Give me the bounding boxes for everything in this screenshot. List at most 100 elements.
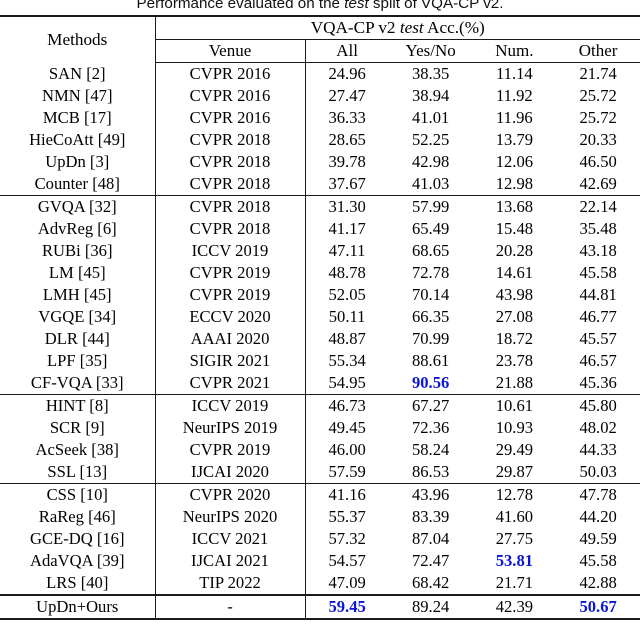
cell-all: 54.57	[304, 550, 389, 572]
cell-all: 57.59	[304, 461, 389, 484]
cell-num: 11.96	[496, 108, 533, 127]
cell-all: 47.09	[304, 572, 389, 595]
table-row: HINT [8] ICCV 2019 46.73 67.27 10.61 45.80	[0, 394, 640, 417]
cell-num: 27.08	[495, 307, 534, 326]
cell-num: 14.61	[495, 263, 534, 282]
cell-all: 55.34	[304, 350, 389, 372]
cell-num: 12.98	[495, 174, 534, 193]
cell-all: 55.37	[304, 506, 389, 528]
table-row: MCB [17] CVPR 2016 36.33 41.01 11.96 25.72	[0, 107, 640, 129]
table-row: LPF [35] SIGIR 2021 55.34 88.61 23.78 46.57	[0, 350, 640, 372]
results-table-container: Methods VQA-CP v2 test Acc.(%) Venue All…	[0, 15, 640, 620]
highlighted-value: 50.67	[579, 597, 617, 616]
cell-venue: CVPR 2016	[154, 85, 305, 107]
table-row: GCE-DQ [16] ICCV 2021 57.32 87.04 27.75 49.59	[0, 528, 640, 550]
cell-other: 46.50	[579, 152, 617, 171]
cell-yesno: 67.27	[388, 394, 473, 417]
cell-num: 53.81	[473, 550, 557, 572]
cell-venue: ICCV 2019	[154, 394, 305, 417]
cell-venue: SIGIR 2021	[154, 350, 305, 372]
cell-yesno: 68.65	[411, 241, 450, 260]
cell-other: 44.20	[579, 507, 617, 526]
table-header: Methods VQA-CP v2 test Acc.(%) Venue All…	[0, 15, 640, 63]
cell-all: 41.16	[304, 483, 389, 506]
cell-yesno: 65.49	[411, 219, 450, 238]
cell-other: 20.33	[579, 130, 617, 149]
table-row: SCR [9] NeurIPS 2019 49.45 72.36 10.93 48.02	[0, 417, 640, 439]
cell-yesno: 38.35	[411, 64, 450, 83]
cell-other: 45.36	[579, 373, 617, 392]
cell-method: RUBi [36]	[41, 241, 113, 260]
cell-yesno: 90.56	[389, 372, 473, 395]
cell-venue: IJCAI 2021	[154, 550, 305, 572]
cell-yesno: 86.53	[411, 462, 450, 481]
cell-num: 23.78	[495, 351, 534, 370]
caption-italic-word: test	[344, 0, 369, 12]
cell-yesno: 72.36	[411, 418, 450, 437]
cell-method: UpDn+Ours	[0, 594, 155, 620]
cell-num: 18.72	[495, 329, 534, 348]
cell-venue: CVPR 2016	[154, 107, 305, 129]
table-row: SSL [13] IJCAI 2020 57.59 86.53 29.87 50.03	[0, 461, 640, 484]
vqa-cp-results-table: Methods VQA-CP v2 test Acc.(%) Venue All…	[0, 15, 640, 620]
table-row: VGQE [34] ECCV 2020 50.11 66.35 27.08 46.77	[0, 306, 640, 328]
header-methods: Methods	[0, 15, 155, 63]
cell-all: 36.33	[304, 107, 389, 129]
cell-venue: CVPR 2019	[154, 439, 305, 461]
cell-yesno: 58.24	[411, 440, 450, 459]
cell-num: 13.79	[495, 130, 534, 149]
cell-all: 50.11	[304, 306, 389, 328]
cell-venue: CVPR 2016	[154, 62, 305, 85]
cell-yesno: 38.94	[411, 86, 450, 105]
cell-all: 24.96	[304, 62, 389, 85]
cell-num: 21.88	[495, 373, 534, 392]
cell-all: 39.78	[304, 151, 389, 173]
cell-all: 37.67	[304, 173, 389, 196]
cell-num: 41.60	[495, 507, 534, 526]
cell-other: 44.81	[579, 285, 617, 304]
cell-yesno: 68.42	[411, 573, 450, 592]
cell-num: 10.93	[495, 418, 534, 437]
cell-yesno: 70.14	[411, 285, 450, 304]
caption-prefix: Performance evaluated on the	[136, 0, 345, 12]
cell-venue: AAAI 2020	[154, 328, 305, 350]
cell-method: CSS [10]	[0, 483, 155, 506]
cell-venue: ICCV 2021	[154, 528, 305, 550]
table-row-ours: UpDn+Ours - 59.45 89.24 42.39 50.67	[0, 594, 640, 620]
cell-num: 27.75	[495, 529, 534, 548]
cell-yesno: 52.25	[411, 130, 450, 149]
table-row: LRS [40] TIP 2022 47.09 68.42 21.71 42.88	[0, 572, 640, 595]
cell-num: 42.39	[472, 594, 557, 620]
cell-method: VGQE [34]	[38, 307, 117, 326]
header-col-num: Num.	[472, 39, 557, 63]
cell-other: 25.72	[579, 108, 617, 127]
cell-all: 59.45	[304, 594, 389, 620]
cell-all: 48.87	[304, 328, 389, 350]
cell-num: 15.48	[495, 219, 534, 238]
cell-num: 13.68	[472, 195, 557, 218]
highlighted-value: 53.81	[495, 551, 534, 570]
cell-method: SSL [13]	[47, 462, 108, 481]
table-row: Counter [48] CVPR 2018 37.67 41.03 12.98 42.6…	[0, 173, 640, 196]
table-row: RaReg [46] NeurIPS 2020 55.37 83.39 41.60 44.…	[0, 506, 640, 528]
highlighted-value: 90.56	[411, 373, 450, 392]
cell-method: LRS [40]	[46, 573, 109, 592]
header-col-other: Other	[556, 39, 640, 63]
table-body: SAN [2] CVPR 2016 24.96 38.35 11.14 21.74 NMN …	[0, 62, 640, 620]
cell-venue: CVPR 2018	[154, 173, 305, 196]
cell-venue: TIP 2022	[154, 572, 305, 595]
cell-all: 46.73	[304, 394, 389, 417]
cell-num: 21.71	[495, 573, 534, 592]
cell-other: 42.69	[579, 174, 617, 193]
cell-venue: CVPR 2019	[154, 284, 305, 306]
cell-venue: CVPR 2019	[154, 262, 305, 284]
header-group-italic: test	[399, 18, 424, 37]
cell-yesno: 87.04	[411, 529, 450, 548]
cell-yesno: 57.99	[388, 195, 473, 218]
table-row: LMH [45] CVPR 2019 52.05 70.14 43.98 44.81	[0, 284, 640, 306]
cell-method: NMN [47]	[41, 86, 113, 105]
header-col-yesno: Yes/No	[388, 39, 473, 63]
cell-all: 49.45	[304, 417, 389, 439]
cell-venue: CVPR 2021	[154, 372, 305, 395]
cell-yesno: 72.78	[411, 263, 450, 282]
